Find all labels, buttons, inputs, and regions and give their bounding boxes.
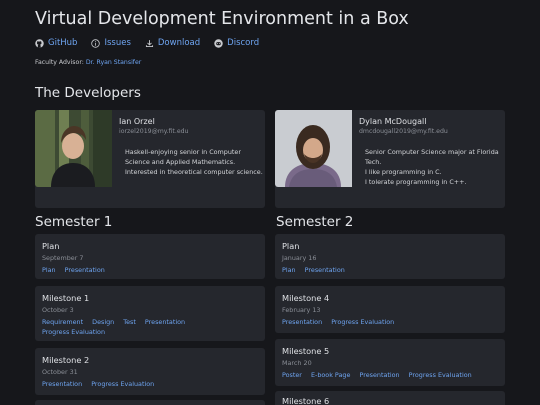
milestone-links: Plan Presentation	[282, 265, 485, 275]
milestone-card: Plan September 7 Plan Presentation	[35, 234, 265, 279]
milestone-title: Milestone 1	[42, 293, 90, 303]
developer-photo	[35, 110, 112, 187]
milestone-link[interactable]: Test	[123, 318, 136, 326]
developer-email: dmcdougall2019@my.fit.edu	[359, 128, 448, 135]
milestone-link[interactable]: Progress Evaluation	[42, 328, 105, 336]
milestone-title: Milestone 6	[282, 396, 330, 405]
advisor-link[interactable]: Dr. Ryan Stansifer	[86, 59, 142, 66]
developer-bio: Senior Computer Science major at Florida…	[365, 147, 503, 187]
milestone-link[interactable]: Requirement	[42, 318, 83, 326]
milestone-title: Milestone 4	[282, 293, 330, 303]
milestone-date: October 31	[42, 368, 78, 376]
page-title: Virtual Development Environment in a Box	[35, 9, 409, 29]
discord-icon	[214, 38, 223, 48]
milestone-link[interactable]: Presentation	[282, 318, 322, 326]
github-icon	[35, 38, 44, 48]
milestone-links: Plan Presentation	[42, 265, 245, 275]
milestone-link[interactable]: Progress Evaluation	[91, 380, 154, 388]
developer-bio: Haskell-enjoying senior in Computer Scie…	[125, 148, 263, 176]
milestone-link[interactable]: Plan	[282, 266, 296, 274]
developer-card: Dylan McDougall dmcdougall2019@my.fit.ed…	[275, 110, 505, 208]
milestone-link[interactable]: Poster	[282, 371, 302, 379]
developer-bio-line: I tolerate programming in C++.	[365, 178, 467, 186]
header-links: GitHub Issues Download Discord	[35, 38, 273, 48]
milestone-link[interactable]: Design	[92, 318, 114, 326]
milestone-title: Plan	[42, 241, 60, 251]
discord-link[interactable]: Discord	[214, 38, 259, 48]
milestone-link[interactable]: Progress Evaluation	[409, 371, 472, 379]
milestone-links: Presentation Progress Evaluation	[282, 317, 485, 327]
milestone-link[interactable]: Progress Evaluation	[331, 318, 394, 326]
issues-link[interactable]: Issues	[91, 38, 131, 48]
milestone-link[interactable]: Presentation	[305, 266, 345, 274]
milestone-title: Plan	[282, 241, 300, 251]
developer-email: iorzel2019@my.fit.edu	[119, 128, 189, 135]
milestone-link[interactable]: E-book Page	[311, 371, 350, 379]
milestone-card: Milestone 1 October 3 Requirement Design…	[35, 286, 265, 341]
milestone-link[interactable]: Presentation	[359, 371, 399, 379]
milestone-date: March 20	[282, 359, 312, 367]
milestone-card: Milestone 5 March 20 Poster E-book Page …	[275, 339, 505, 386]
developers-heading: The Developers	[35, 85, 141, 101]
download-icon	[145, 39, 153, 47]
milestone-link[interactable]: Plan	[42, 266, 56, 274]
developer-photo	[275, 110, 352, 187]
issues-link-label: Issues	[104, 38, 131, 48]
milestone-date: January 16	[282, 254, 317, 262]
milestone-links: Presentation Progress Evaluation	[42, 379, 245, 389]
milestone-links: Requirement Design Test Presentation Pro…	[42, 317, 245, 337]
milestone-link[interactable]: Presentation	[42, 380, 82, 388]
developer-name: Dylan McDougall	[359, 117, 427, 126]
download-link[interactable]: Download	[145, 38, 200, 48]
milestone-date: February 13	[282, 306, 321, 314]
milestone-date: September 7	[42, 254, 84, 262]
milestone-card: Plan January 16 Plan Presentation	[275, 234, 505, 279]
faculty-advisor: Faculty Advisor: Dr. Ryan Stansifer	[35, 59, 141, 66]
milestone-link[interactable]: Presentation	[145, 318, 185, 326]
milestone-title: Milestone 5	[282, 346, 330, 356]
milestone-links: Poster E-book Page Presentation Progress…	[282, 370, 485, 380]
milestone-date: October 3	[42, 306, 74, 314]
developer-name: Ian Orzel	[119, 117, 155, 126]
github-link-label: GitHub	[48, 38, 78, 48]
developer-card: Ian Orzel iorzel2019@my.fit.edu Haskell-…	[35, 110, 265, 208]
advisor-label: Faculty Advisor:	[35, 59, 84, 66]
semester-2-heading: Semester 2	[276, 214, 354, 230]
milestone-card: Milestone 4 February 13 Presentation Pro…	[275, 286, 505, 333]
download-link-label: Download	[157, 38, 201, 48]
milestone-link[interactable]: Presentation	[65, 266, 105, 274]
developer-bio-line: I like programming in C.	[365, 168, 442, 176]
milestone-card	[35, 400, 265, 405]
github-link[interactable]: GitHub	[35, 38, 77, 48]
milestone-card: Milestone 2 October 31 Presentation Prog…	[35, 348, 265, 395]
discord-link-label: Discord	[227, 38, 260, 48]
milestone-title: Milestone 2	[42, 355, 90, 365]
developer-bio-line: Senior Computer Science major at Florida…	[365, 148, 499, 166]
info-circle-icon	[91, 38, 101, 48]
semester-1-heading: Semester 1	[35, 214, 113, 230]
milestone-card: Milestone 6	[275, 391, 505, 405]
